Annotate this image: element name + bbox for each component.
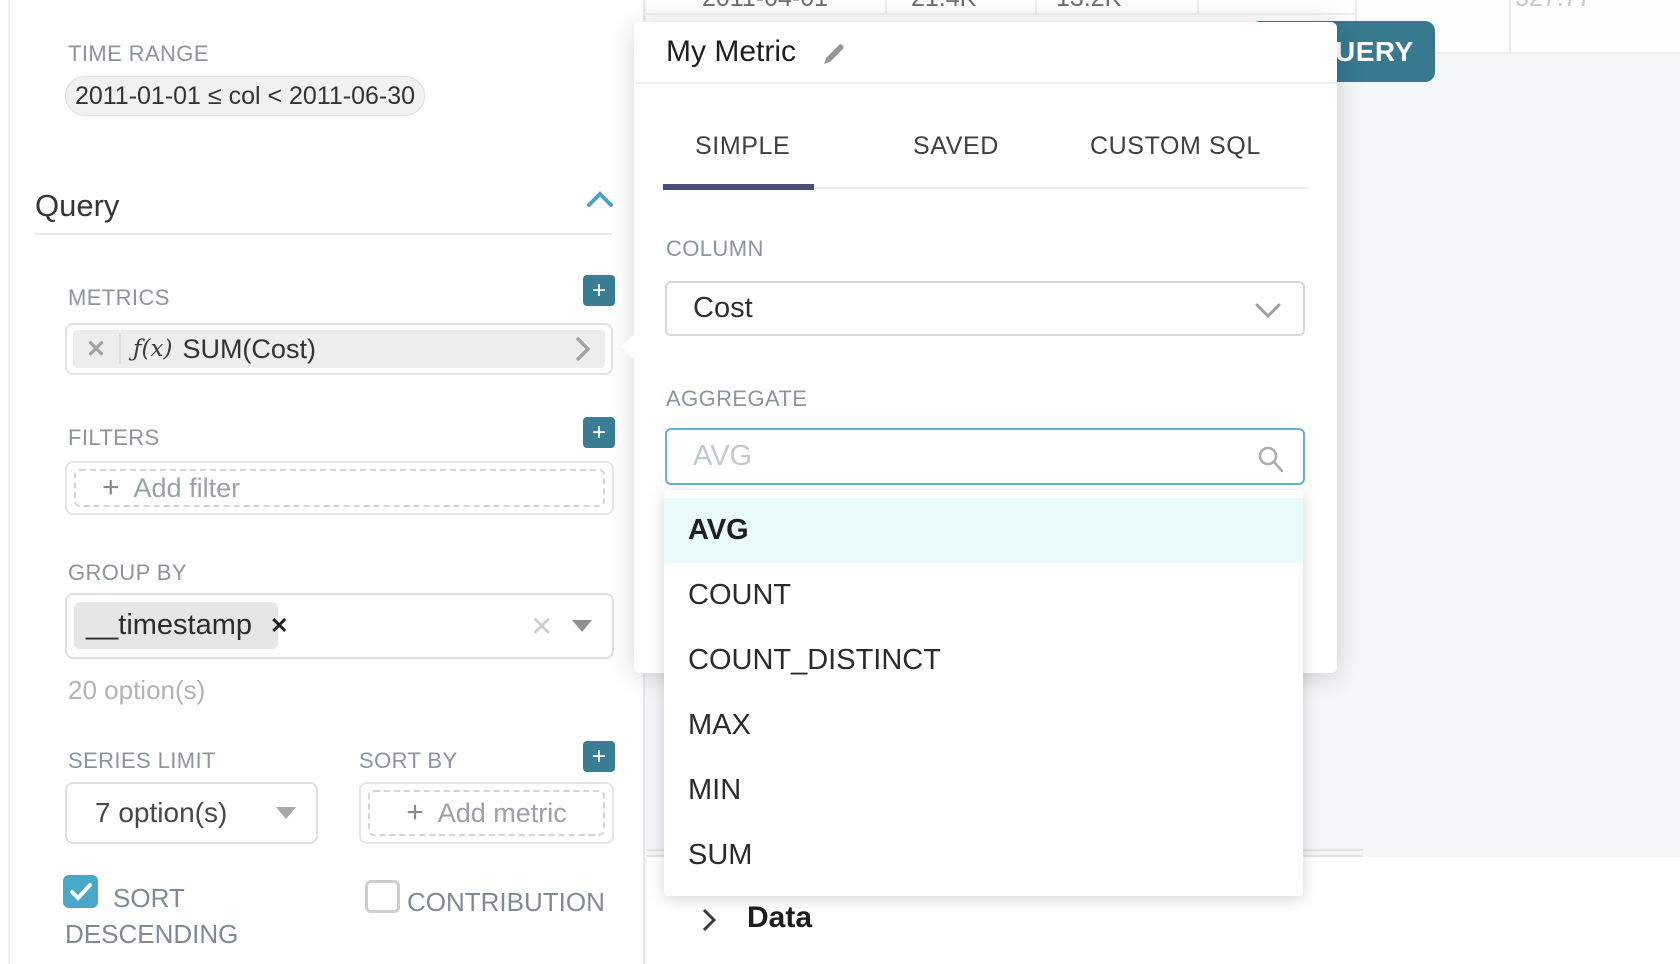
add-sort-metric-plus-button[interactable]: +	[583, 741, 615, 772]
column-label: COLUMN	[666, 236, 764, 262]
menu-option-count[interactable]: COUNT	[664, 563, 1303, 628]
group-by-options-hint: 20 option(s)	[68, 675, 205, 706]
plus-icon: +	[592, 421, 606, 445]
edit-pencil-icon[interactable]	[822, 42, 846, 66]
tab-saved[interactable]: SAVED	[913, 132, 999, 161]
add-metric-plus-button[interactable]: +	[583, 275, 615, 306]
tab-custom-sql[interactable]: CUSTOM SQL	[1090, 132, 1261, 161]
data-panel-title[interactable]: Data	[747, 901, 812, 935]
popover-title: My Metric	[666, 35, 796, 69]
table-cell-fragment: 327.77	[1515, 0, 1591, 13]
column-value: Cost	[693, 292, 753, 325]
run-query-label: UERY	[1335, 36, 1414, 68]
contribution-label[interactable]: CONTRIBUTION	[407, 884, 605, 920]
menu-option-min[interactable]: MIN	[664, 758, 1303, 823]
filters-label: FILTERS	[68, 425, 160, 451]
function-icon: ƒ(x)	[133, 336, 172, 362]
open-metric-popover-icon[interactable]	[575, 336, 591, 362]
search-icon	[1255, 444, 1285, 474]
sort-by-container: + Add metric	[359, 782, 614, 844]
metric-name: SUM(Cost)	[182, 334, 316, 365]
metrics-label: METRICS	[68, 285, 170, 311]
add-filter-plus-button[interactable]: +	[583, 417, 615, 448]
contribution-checkbox[interactable]	[365, 880, 400, 913]
plus-icon: +	[102, 471, 120, 505]
select-caret-icon[interactable]	[572, 620, 592, 632]
query-section-title: Query	[35, 188, 119, 224]
series-limit-label: SERIES LIMIT	[68, 748, 216, 774]
table-cell-fragment: 13.2K	[1056, 0, 1121, 13]
chevron-right-icon[interactable]	[700, 906, 718, 934]
select-caret-icon[interactable]	[276, 807, 296, 819]
add-filter-label: Add filter	[134, 473, 241, 504]
add-metric-button[interactable]: + Add metric	[368, 790, 605, 836]
group-by-label: GROUP BY	[68, 560, 187, 586]
plus-icon: +	[406, 796, 424, 830]
menu-option-sum[interactable]: SUM	[664, 823, 1303, 888]
menu-option-avg[interactable]: AVG	[664, 498, 1303, 563]
section-divider	[35, 233, 612, 235]
group-by-tag-value: __timestamp	[86, 609, 252, 642]
control-panel: TIME RANGE 2011-01-01 ≤ col < 2011-06-30…	[0, 0, 645, 964]
metric-pill[interactable]: ✕ ƒ(x) SUM(Cost)	[73, 330, 605, 368]
sort-by-label: SORT BY	[359, 748, 458, 774]
table-cell-fragment: 21.4K	[911, 0, 976, 13]
pill-divider	[119, 334, 121, 364]
time-range-pill[interactable]: 2011-01-01 ≤ col < 2011-06-30	[65, 76, 425, 116]
time-range-value: 2011-01-01 ≤ col < 2011-06-30	[75, 82, 415, 111]
remove-tag-icon[interactable]: ✕	[270, 613, 288, 639]
sort-descending-label[interactable]: SORT DESCENDING	[65, 880, 250, 952]
add-filter-button[interactable]: + Add filter	[74, 469, 605, 507]
popover-divider	[634, 82, 1337, 84]
menu-option-count-distinct[interactable]: COUNT_DISTINCT	[664, 628, 1303, 693]
panel-left-border	[8, 0, 10, 964]
active-tab-indicator	[663, 184, 814, 190]
aggregate-options-menu: AVG COUNT COUNT_DISTINCT MAX MIN SUM	[664, 490, 1303, 896]
filters-container: + Add filter	[65, 461, 614, 515]
plus-icon: +	[592, 745, 606, 769]
aggregate-placeholder: AVG	[693, 440, 752, 473]
add-metric-label: Add metric	[438, 798, 567, 829]
aggregate-search-input[interactable]: AVG	[665, 428, 1305, 485]
chevron-down-icon	[1253, 301, 1283, 321]
table-grid-line	[647, 13, 1355, 15]
column-select[interactable]: Cost	[665, 281, 1305, 336]
menu-option-max[interactable]: MAX	[664, 693, 1303, 758]
collapse-section-icon[interactable]	[586, 190, 614, 210]
table-row-clipped: 2011-04-01 21.4K 13.2K 327.77	[647, 0, 1680, 13]
superset-explore-view: { "left_panel": { "time_range": { "label…	[0, 0, 1680, 964]
table-cell-fragment: 2011-04-01	[702, 0, 828, 13]
clear-select-icon[interactable]: ✕	[530, 610, 553, 643]
aggregate-label: AGGREGATE	[666, 386, 807, 412]
time-range-label: TIME RANGE	[68, 41, 209, 67]
series-limit-value: 7 option(s)	[95, 797, 227, 829]
group-by-tag[interactable]: __timestamp ✕	[74, 602, 278, 649]
plus-icon: +	[592, 279, 606, 303]
tab-simple[interactable]: SIMPLE	[695, 132, 790, 161]
remove-metric-icon[interactable]: ✕	[73, 335, 119, 364]
